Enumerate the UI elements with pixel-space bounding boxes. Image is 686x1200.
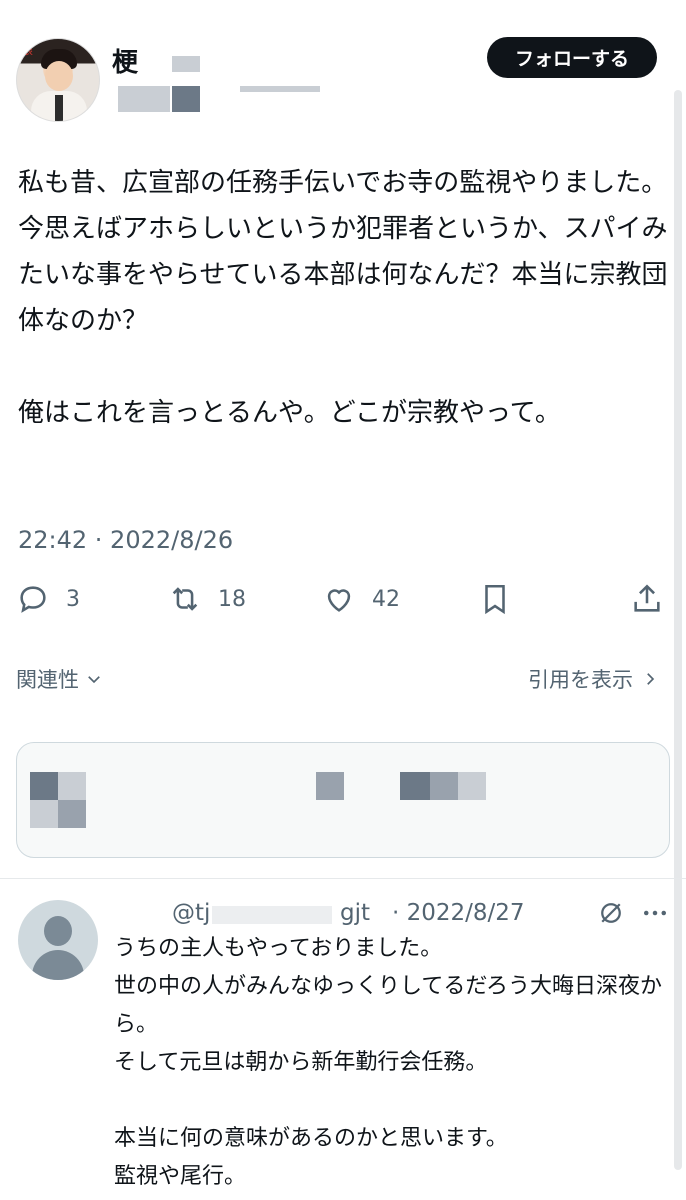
reply-date[interactable]: · 2022/8/27 <box>392 900 525 926</box>
like-count: 42 <box>372 586 400 612</box>
author-name[interactable]: 梗 <box>112 42 138 79</box>
retweet-count: 18 <box>218 586 246 612</box>
tweet-action-bar: 3 18 42 <box>0 582 686 626</box>
chevron-down-icon <box>88 676 100 684</box>
redacted-block <box>430 772 458 800</box>
redacted-name-block <box>172 56 200 72</box>
relevance-sort-button[interactable]: 関連性 <box>16 664 103 694</box>
tweet-timestamp[interactable]: 22:42 · 2022/8/26 <box>18 526 233 554</box>
bookmark-icon <box>485 584 505 615</box>
retweet-button[interactable]: 18 <box>168 582 246 616</box>
share-icon <box>634 584 660 612</box>
reply-toolbar <box>596 898 670 928</box>
chevron-right-icon <box>647 673 655 685</box>
like-icon <box>327 589 351 612</box>
follow-button[interactable]: フォローする <box>487 37 657 78</box>
more-icon[interactable] <box>640 898 670 928</box>
reply-button[interactable]: 3 <box>16 582 80 616</box>
redacted-block <box>30 800 58 828</box>
view-quotes-link[interactable]: 引用を表示 <box>528 664 659 694</box>
view-quotes-label: 引用を表示 <box>528 668 633 692</box>
retweet-icon <box>172 587 198 611</box>
relevance-label: 関連性 <box>16 668 79 692</box>
redacted-handle-block <box>172 86 200 112</box>
redacted-block <box>400 772 430 800</box>
reply-handle-end[interactable]: gjt <box>340 900 370 926</box>
redacted-handle-block <box>212 906 332 924</box>
section-divider <box>0 878 686 879</box>
reply-icon <box>20 586 46 613</box>
avatar-mark: 娘 <box>21 43 34 57</box>
redacted-block <box>30 772 58 800</box>
redacted-block <box>58 800 86 828</box>
hide-reply-icon[interactable] <box>596 898 626 928</box>
redacted-handle-block <box>142 86 170 112</box>
reply-text: うちの主人もやっておりました。 世の中の人がみんなゆっくりしてるだろう大晦日深夜… <box>114 936 663 1189</box>
share-button[interactable] <box>630 582 664 616</box>
like-button[interactable]: 42 <box>322 582 400 616</box>
bookmark-button[interactable] <box>478 582 512 616</box>
reply-avatar[interactable] <box>18 900 98 980</box>
tweet-text: 私も昔、広宣部の任務手伝いでお寺の監視やりました。 今思えばアホらしいというか犯… <box>18 168 668 428</box>
redacted-block <box>316 772 344 800</box>
reply-composer[interactable] <box>16 742 670 858</box>
author-avatar[interactable]: 娘 <box>16 38 100 122</box>
redacted-block <box>458 772 486 800</box>
reply-count: 3 <box>66 586 80 612</box>
redacted-block <box>58 772 86 800</box>
scrollbar[interactable] <box>674 90 682 1170</box>
reply-handle-start[interactable]: @tj <box>172 900 210 926</box>
redacted-handle-block <box>240 86 320 92</box>
redacted-handle-block <box>118 86 142 112</box>
